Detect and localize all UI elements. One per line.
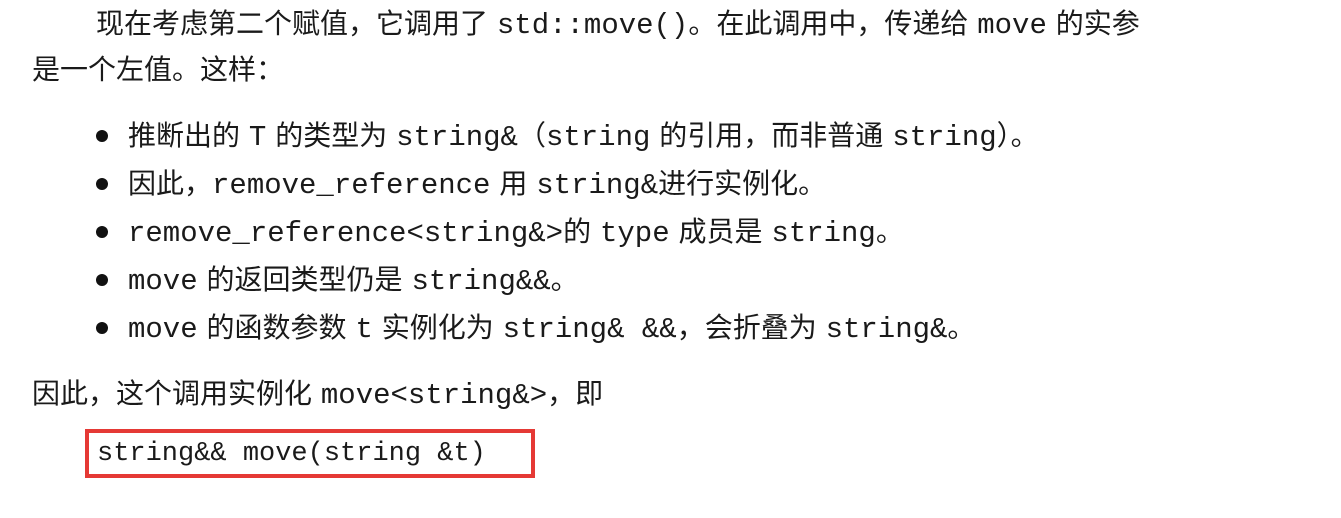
- bullet-icon: [96, 321, 108, 334]
- paragraph-line-1: 现在考虑第二个赋值，它调用了 std::move()。在此调用中，传递给 mov…: [96, 4, 1140, 46]
- bullet-icon: [96, 273, 108, 286]
- text: 的引用，而非普通: [650, 119, 893, 152]
- text: 实例化为: [372, 311, 503, 344]
- code-std-move: std::move(): [496, 9, 689, 42]
- code-block: string&& move(string &t): [97, 439, 486, 469]
- text: 的函数参数: [197, 311, 356, 344]
- text: 因此，: [128, 167, 213, 200]
- code: string: [892, 121, 997, 154]
- text: 用: [490, 167, 537, 200]
- list-item: 因此，remove_reference 用 string&进行实例化。: [96, 164, 826, 206]
- code: string&: [825, 313, 948, 346]
- text: ，会折叠为: [676, 311, 826, 344]
- text: 推断出的: [128, 119, 249, 152]
- text: 进行实例化。: [658, 167, 827, 200]
- text: 。在此调用中，传递给: [688, 7, 978, 40]
- code: string: [771, 217, 876, 250]
- text: 。: [550, 263, 579, 296]
- list-item: remove_reference<string&>的 type 成员是 stri…: [96, 212, 904, 254]
- text: 的: [563, 215, 600, 248]
- code: string& &&: [502, 313, 677, 346]
- text: 的实参: [1046, 7, 1140, 40]
- code: string&: [536, 169, 659, 202]
- code-move-string-ref: move<string&>: [320, 379, 548, 412]
- text: 成员是: [669, 215, 772, 248]
- text: 。: [875, 215, 904, 248]
- code: move: [128, 313, 198, 346]
- code: remove_reference<string&>: [128, 217, 564, 250]
- code: string&&: [411, 265, 551, 298]
- code: T: [248, 121, 267, 154]
- code: move: [128, 265, 198, 298]
- code: string&: [396, 121, 518, 154]
- list-item: move 的返回类型仍是 string&&。: [96, 260, 579, 302]
- text: ，即: [547, 377, 604, 410]
- text: 是一个左值。这样：: [32, 53, 285, 86]
- text: 现在考虑第二个赋值，它调用了: [96, 7, 497, 40]
- text: 因此，这个调用实例化: [32, 377, 321, 410]
- text: 的返回类型仍是: [197, 263, 412, 296]
- bullet-icon: [96, 225, 108, 238]
- code: string: [545, 121, 651, 154]
- code: remove_reference: [212, 169, 491, 202]
- bullet-icon: [96, 129, 108, 142]
- paragraph-line-2: 是一个左值。这样：: [32, 50, 284, 90]
- code: t: [355, 313, 373, 346]
- code-move: move: [977, 9, 1047, 42]
- text: 的类型为: [266, 119, 397, 152]
- list-item: move 的函数参数 t 实例化为 string& &&，会折叠为 string…: [96, 308, 975, 350]
- list-item: 推断出的 T 的类型为 string&（string 的引用，而非普通 stri…: [96, 116, 1039, 158]
- bullet-icon: [96, 177, 108, 190]
- conclusion-line: 因此，这个调用实例化 move<string&>，即: [32, 374, 603, 416]
- text: 。: [947, 311, 976, 344]
- code: type: [599, 217, 670, 250]
- text: （: [517, 119, 546, 152]
- text: ）。: [996, 119, 1039, 152]
- document-page: 现在考虑第二个赋值，它调用了 std::move()。在此调用中，传递给 mov…: [0, 0, 1341, 518]
